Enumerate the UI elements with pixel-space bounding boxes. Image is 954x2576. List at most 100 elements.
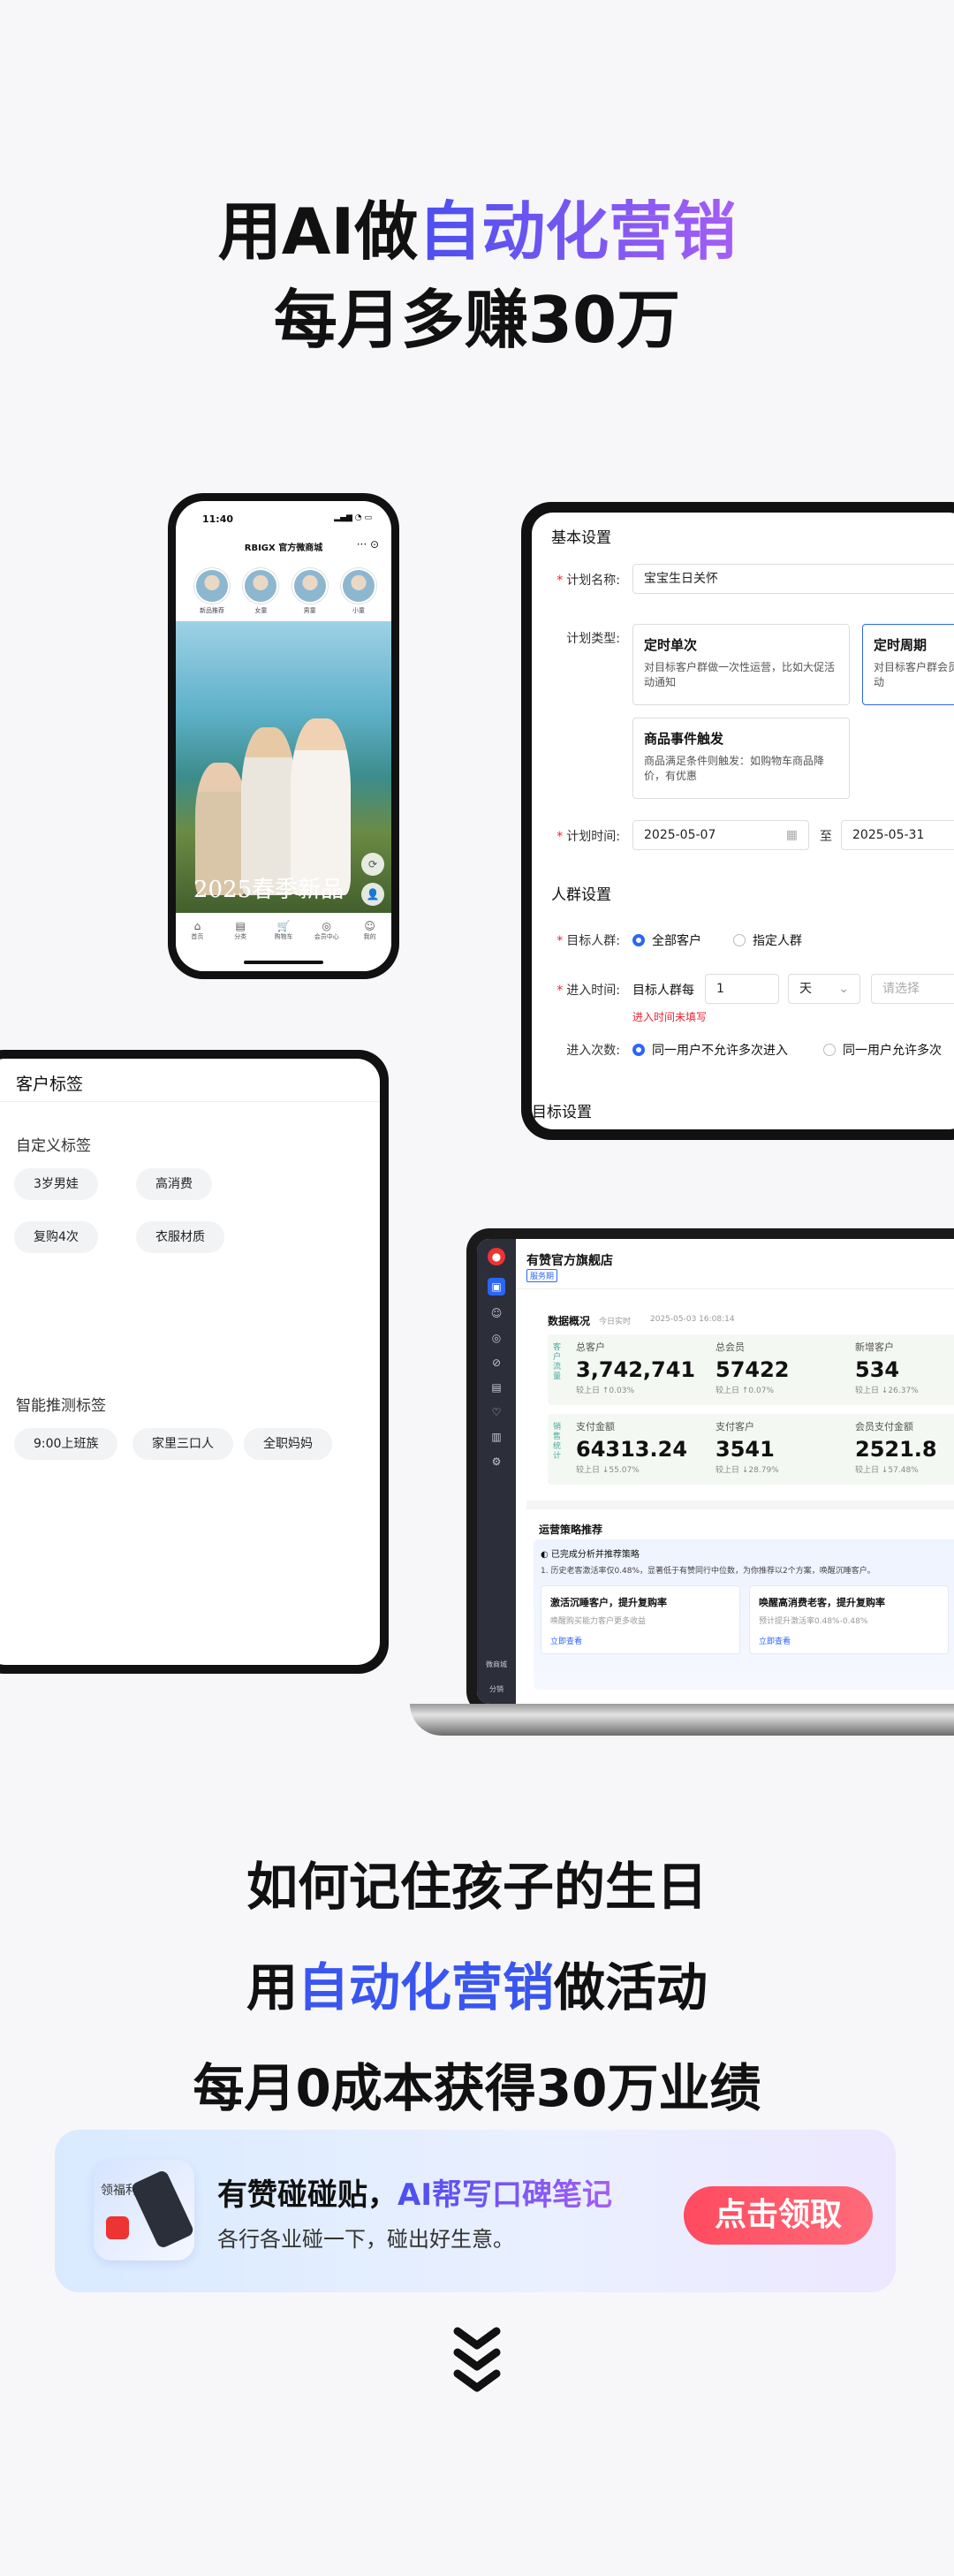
divider <box>526 1501 954 1509</box>
enter-multiple-radio[interactable]: 同一用户允许多次 <box>823 1041 942 1059</box>
category-item[interactable]: 新品推荐 <box>192 568 232 615</box>
enter-once-radio[interactable]: 同一用户不允许多次进入 <box>632 1041 788 1059</box>
chevron-down-icon: ⌄ <box>838 982 849 996</box>
hero-figure <box>291 718 351 895</box>
doc-icon[interactable]: ▤ <box>488 1379 505 1396</box>
category-icon: ▤ <box>235 920 246 932</box>
phone-device-icon <box>130 2169 195 2250</box>
laptop-mockup: ● ▣ ☺ ◎ ⊘ ▤ ♡ ▥ ⚙ 微商城 分销 有赞官方旗舰店 服务期 数据概… <box>466 1228 954 1714</box>
status-icons: ▂▄▆ ◔ ▭ <box>334 513 372 522</box>
user-icon[interactable]: ☺ <box>488 1304 505 1322</box>
strategy-desc: 1. 历史老客激活率仅0.48%，显著低于有赞同行中位数，为你推荐以2个方案，唤… <box>541 1567 875 1576</box>
smart-tag[interactable]: 9:00上班族 <box>14 1428 118 1460</box>
radio-selected-icon <box>632 1044 645 1056</box>
custom-tag[interactable]: 衣服材质 <box>136 1221 224 1253</box>
youzan-logo-icon <box>106 2216 129 2239</box>
category-item[interactable]: 小童 <box>338 568 379 615</box>
section-crowd-title: 人群设置 <box>551 886 611 904</box>
target-specific-radio[interactable]: 指定人群 <box>733 931 802 949</box>
category-avatars: 新品推荐 女童 男童 小童 <box>192 568 379 615</box>
group-label: 客户流量 <box>553 1343 562 1381</box>
group-label: 销售统计 <box>553 1423 562 1461</box>
avatar <box>292 568 328 604</box>
custom-tag[interactable]: 复购4次 <box>14 1221 98 1253</box>
claim-button[interactable]: 点击领取 <box>684 2186 873 2245</box>
metric-member-payment: 会员支付金额 2521.8 较上日 ↓57.48% <box>855 1421 937 1475</box>
banner-highlight: AI帮写口碑笔记 <box>398 2177 612 2213</box>
category-item[interactable]: 男童 <box>290 568 330 615</box>
tab-home[interactable]: ⌂ 首页 <box>178 920 216 971</box>
laptop-base <box>410 1704 954 1736</box>
shop-name: 有赞官方旗舰店 <box>526 1254 613 1268</box>
smart-tag[interactable]: 家里三口人 <box>132 1428 233 1460</box>
strategy-card[interactable]: 激活沉睡客户，提升复购率 唤醒购买能力客户更多收益 立即查看 <box>541 1585 740 1654</box>
side-bottom-item[interactable]: 微商城 <box>482 1656 511 1674</box>
headline-highlight: 自动化营销 <box>418 194 737 269</box>
target-icon[interactable]: ◎ <box>488 1329 505 1347</box>
enter-time-value[interactable]: 1 <box>705 974 779 1004</box>
smart-tags-title: 智能推测标签 <box>16 1397 106 1415</box>
plan-type-label: 计划类型: <box>566 632 620 646</box>
custom-tag[interactable]: 3岁男娃 <box>14 1168 98 1200</box>
phone-mockup: 11:40 ▂▄▆ ◔ ▭ RBIGX 官方微商城 ··· ⊙ 新品推荐 女童 … <box>168 493 399 979</box>
settings-icon[interactable]: ⚙ <box>488 1453 505 1470</box>
enter-time-select[interactable]: 请选择 <box>871 974 954 1004</box>
heart-icon[interactable]: ♡ <box>488 1403 505 1421</box>
end-date-input[interactable]: 2025-05-31 <box>841 820 954 850</box>
plan-type-card-periodic[interactable]: 定时周期对目标客户群会员日活动 <box>862 624 954 705</box>
avatar <box>194 568 230 604</box>
section-basic-title: 基本设置 <box>551 529 611 547</box>
strategy-link[interactable]: 立即查看 <box>550 1635 731 1646</box>
sub-line2: 用自动化营销做活动 <box>246 1957 708 2017</box>
plan-type-card-event[interactable]: 商品事件触发 商品满足条件则触发：如购物车商品降价，有优惠 <box>632 718 850 799</box>
share-icon[interactable]: ⟳ <box>361 853 384 876</box>
strategy-card[interactable]: 唤醒高消费老客，提升复购率 预计提升激活率0.48%-0.48% 立即查看 <box>749 1585 949 1654</box>
divider <box>0 1101 380 1102</box>
home-indicator <box>244 961 323 964</box>
realtime-label: 今日实时 <box>599 1318 632 1326</box>
tab-mine[interactable]: ☺ 我的 <box>351 920 390 971</box>
sub-highlight: 自动化营销 <box>297 1957 554 2017</box>
user-icon[interactable]: 👤 <box>361 883 384 906</box>
status-time: 11:40 <box>202 513 234 525</box>
plan-name-input[interactable]: 宝宝生日关怀 <box>632 564 954 594</box>
enter-count-label: 进入次数: <box>566 1044 620 1058</box>
start-date-input[interactable]: 2025-05-07 ▦ <box>632 820 809 850</box>
promo-banner[interactable]: 领福利 有赞碰碰贴，AI帮写口碑笔记 各行各业碰一下，碰出好生意。 点击领取 <box>55 2130 896 2292</box>
strategy-status: ◐ 已完成分析并推荐策略 <box>541 1550 640 1560</box>
enter-time-unit-select[interactable]: 天 ⌄ <box>788 974 860 1004</box>
side-bottom-item[interactable]: 分销 <box>482 1681 511 1698</box>
tags-title: 客户标签 <box>16 1075 84 1094</box>
target-crowd-label: * 目标人群: <box>556 934 620 948</box>
product-image: 领福利 <box>94 2160 195 2261</box>
scroll-down-icon[interactable] <box>450 2324 504 2395</box>
strategy-title: 运营策略推荐 <box>539 1524 603 1536</box>
timestamp: 2025-05-03 16:08:14 <box>650 1315 735 1324</box>
category-item[interactable]: 女童 <box>240 568 281 615</box>
plan-settings-form: 基本设置 * 计划名称: 宝宝生日关怀 计划类型: 定时单次 对目标客户群做一次性运… <box>532 513 954 1129</box>
overview-title: 数据概况 <box>548 1315 591 1327</box>
target-all-radio[interactable]: 全部客户 <box>632 931 701 949</box>
metric-paying-customers: 支付客户 3541 较上日 ↓28.79% <box>716 1421 779 1475</box>
headline-line2: 每月多赚30万 <box>273 283 681 357</box>
custom-tag[interactable]: 高消费 <box>136 1168 212 1200</box>
plan-type-card-once[interactable]: 定时单次 对目标客户群做一次性运营，比如大促活动通知 <box>632 624 850 705</box>
smart-tag[interactable]: 全职妈妈 <box>244 1428 332 1460</box>
enter-time-error: 进入时间未填写 <box>632 1011 708 1023</box>
home-icon: ⌂ <box>193 920 201 932</box>
hero-banner[interactable]: 2025春季新品 ⟳ 👤 <box>176 621 391 922</box>
shop-icon[interactable]: ⊘ <box>488 1354 505 1372</box>
hero-title: 2025春季新品 <box>193 877 344 903</box>
status-badge: 服务期 <box>526 1269 558 1282</box>
sub-line1: 如何记住孩子的生日 <box>246 1857 708 1917</box>
avatar <box>243 568 279 604</box>
logo-icon: ● <box>488 1248 505 1265</box>
metric-payment-amount: 支付金额 64313.24 较上日 ↓55.07% <box>576 1421 688 1475</box>
chat-icon[interactable]: ▣ <box>488 1278 505 1296</box>
member-icon: ◎ <box>322 920 332 932</box>
banner-subtitle: 各行各业碰一下，碰出好生意。 <box>217 2227 514 2252</box>
capsule-menu-icon[interactable]: ··· ⊙ <box>357 538 379 551</box>
enter-time-label: * 进入时间: <box>556 984 620 998</box>
strategy-link[interactable]: 立即查看 <box>759 1635 939 1646</box>
chart-icon[interactable]: ▥ <box>488 1428 505 1446</box>
